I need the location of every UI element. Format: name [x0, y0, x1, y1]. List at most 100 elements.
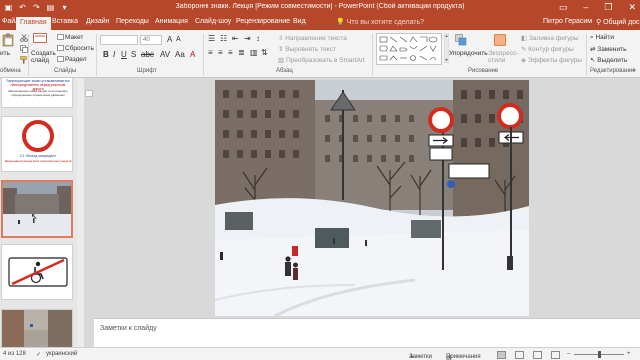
slide[interactable] [215, 80, 529, 316]
line-spacing-icon[interactable]: ↕ [256, 34, 260, 43]
group-divider [586, 34, 587, 76]
paragraph-group-label: Абзац [276, 68, 293, 74]
slide-thumbnail[interactable] [1, 244, 73, 300]
zoom-in-icon[interactable]: + [627, 351, 631, 357]
tab-animation[interactable]: Анимация [155, 18, 188, 25]
shape-effects-button[interactable]: ◈ Эффекты фигуры [521, 56, 582, 64]
tab-view[interactable]: Вид [293, 18, 306, 25]
slide-thumbnail[interactable]: 3.1 «Въезд запрещён» Запрещается въезд в… [1, 116, 73, 172]
replace-button[interactable]: ⇄ Заменить [590, 45, 626, 53]
customize-qat-icon[interactable]: ▾ [60, 3, 69, 12]
tab-home[interactable]: Главная [16, 17, 51, 30]
save-icon[interactable]: ▣ [4, 3, 13, 12]
layout-icon [57, 34, 64, 42]
quick-access-toolbar: ▣ ↶ ↷ ▤ ▾ [4, 3, 69, 12]
decrease-indent-icon[interactable]: ⇤ [232, 34, 239, 43]
reset-icon [57, 45, 64, 53]
collapse-ribbon-icon[interactable]: ⌃ [631, 68, 636, 76]
close-button[interactable]: ✕ [628, 2, 636, 13]
ribbon-display-options-icon[interactable]: ▭ [559, 2, 568, 13]
bullets-icon[interactable]: ☰ [208, 34, 215, 43]
notes-placeholder[interactable]: Заметки к слайду [100, 325, 157, 332]
bold-icon[interactable]: B [103, 50, 109, 59]
change-case-icon[interactable]: Aa [175, 50, 185, 59]
new-slide-button[interactable]: Создать слайд [31, 50, 56, 64]
layout-button[interactable]: Макет [65, 34, 83, 41]
text-direction-small-icon[interactable]: ⇅ [261, 48, 268, 57]
thumbnails-scrollbar[interactable] [77, 78, 84, 347]
zoom-out-icon[interactable]: – [567, 351, 570, 357]
font-color-icon[interactable]: A [190, 50, 195, 59]
underline-icon[interactable]: U [121, 50, 127, 59]
align-right-icon[interactable]: ≡ [228, 48, 233, 57]
shape-outline-button[interactable]: ✎ Контур фигуры [521, 45, 574, 53]
thumbnail-photo [3, 182, 71, 236]
slide-canvas[interactable] [94, 78, 640, 318]
tab-insert[interactable]: Вставка [52, 18, 78, 25]
align-text-button[interactable]: ⇕ Выровнять текст [278, 45, 336, 53]
undo-icon[interactable]: ↶ [18, 3, 27, 12]
reading-view-icon[interactable] [533, 351, 542, 359]
columns-icon[interactable]: ▥ [250, 48, 258, 57]
shapes-gallery-scroll-icon[interactable] [443, 32, 450, 65]
font-name-input[interactable] [100, 35, 138, 45]
arrange-button[interactable]: Упорядочить [449, 50, 488, 57]
start-from-beginning-icon[interactable]: ▤ [46, 3, 55, 12]
shapes-gallery[interactable] [376, 33, 442, 65]
slideshow-view-icon[interactable] [551, 351, 560, 359]
scroll-knob[interactable] [85, 90, 93, 97]
justify-icon[interactable]: ≣ [238, 48, 245, 57]
section-button[interactable]: Раздел [65, 56, 86, 63]
slide-sorter-view-icon[interactable] [515, 351, 524, 359]
slide-thumbnail[interactable] [1, 309, 73, 347]
char-spacing-icon[interactable]: AV [160, 50, 170, 59]
cut-icon[interactable] [20, 34, 28, 44]
share-button[interactable]: ⚲ Общий дос [596, 18, 640, 26]
tab-review[interactable]: Рецензирование [236, 18, 290, 25]
copy-icon[interactable] [20, 45, 28, 55]
slide-photo-street-winter[interactable] [215, 80, 529, 316]
normal-view-icon[interactable] [497, 351, 506, 359]
reset-button[interactable]: Сбросить [65, 45, 94, 52]
tell-me-search[interactable]: 💡 Что вы хотите сделать? [336, 18, 424, 26]
shrink-font-icon[interactable]: A [176, 36, 181, 43]
language-label[interactable]: украинский [46, 351, 77, 357]
format-painter-icon[interactable] [20, 56, 28, 66]
shadow-icon[interactable]: S [131, 50, 136, 59]
slide-thumbnail-selected[interactable]: ↖ [1, 180, 73, 238]
restore-button[interactable]: ❐ [604, 2, 612, 13]
paste-icon[interactable] [2, 33, 14, 49]
italic-icon[interactable]: I [113, 50, 115, 59]
notes-pane[interactable]: Заметки к слайду [94, 318, 640, 347]
redo-icon[interactable]: ↷ [32, 3, 41, 12]
quick-styles-button[interactable]: Экспресс-стили [488, 50, 520, 64]
strikethrough-icon[interactable]: abc [141, 50, 154, 59]
tab-transitions[interactable]: Переходы [116, 18, 149, 25]
increase-indent-icon[interactable]: ⇥ [244, 34, 251, 43]
minimize-button[interactable]: – [583, 2, 588, 13]
tab-design[interactable]: Дизайн [86, 18, 110, 25]
replace-label: Заменить [597, 46, 627, 53]
user-name[interactable]: Питро Герасим [543, 18, 592, 25]
font-size-input[interactable]: 40 [140, 35, 162, 45]
align-text-label: Выровнять текст [285, 46, 336, 53]
text-plate-sign-icon [429, 147, 453, 161]
zoom-slider-thumb[interactable] [598, 351, 601, 358]
tab-slideshow[interactable]: Слайд-шоу [195, 18, 231, 25]
new-slide-icon[interactable] [33, 33, 47, 47]
paste-button[interactable]: ить [0, 50, 10, 57]
select-button[interactable]: ↖ Выделить [590, 56, 627, 64]
convert-smartart-button[interactable]: ▨ Преобразовать в SmartArt [278, 56, 365, 64]
align-left-icon[interactable]: ≡ [208, 48, 213, 57]
slide-thumbnails-pane[interactable]: Запрещающие знаки устанавливаются непоср… [0, 78, 84, 347]
spellcheck-icon[interactable]: ✓ [36, 351, 41, 358]
find-button[interactable]: ⌕ Найти [590, 34, 614, 42]
slide-thumbnail[interactable]: Запрещающие знаки устанавливаются непоср… [1, 78, 73, 108]
text-direction-button[interactable]: ⇳ Направление текста [278, 34, 347, 42]
align-center-icon[interactable]: ≡ [218, 48, 223, 57]
ribbon-tabs: Файл Главная Вставка Дизайн Переходы Ани… [0, 16, 640, 30]
slide-scrollbar[interactable] [84, 78, 94, 318]
grow-font-icon[interactable]: A [167, 35, 172, 44]
numbering-icon[interactable]: ☷ [220, 34, 227, 43]
shape-fill-button[interactable]: ◧ Заливка фигуры [521, 34, 579, 42]
